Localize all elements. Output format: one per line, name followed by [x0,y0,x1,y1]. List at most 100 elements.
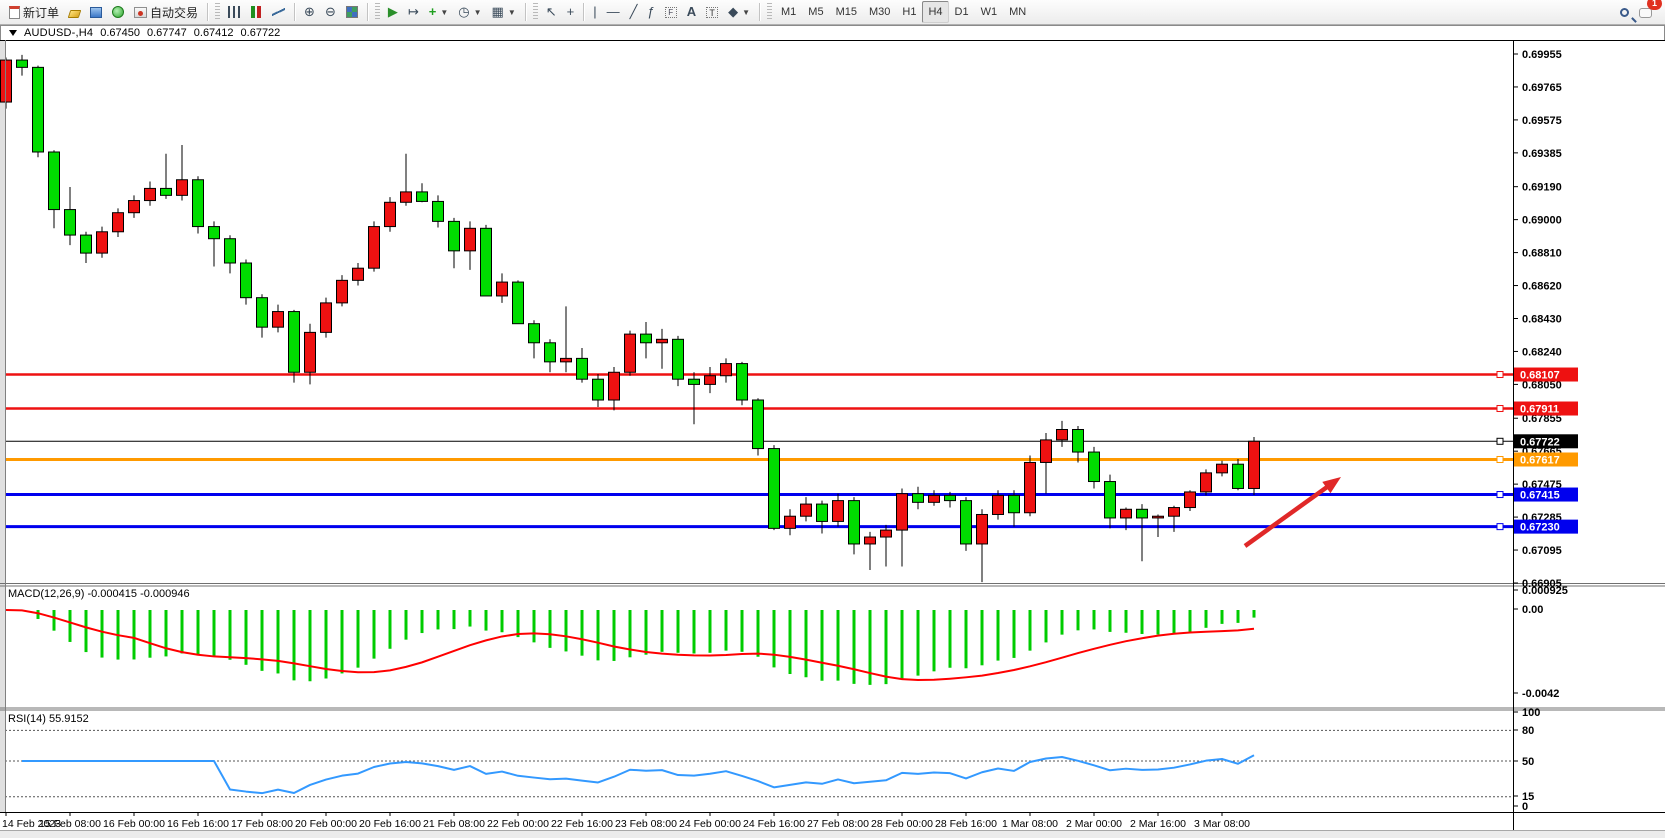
time-tick: 16 Feb 16:00 [167,818,229,830]
toolbar-grab-handle[interactable] [767,3,772,21]
timeframe-d1-button[interactable]: D1 [949,1,975,23]
timeframe-m15-button[interactable]: M15 [830,1,863,23]
toolbar-separator [207,3,208,21]
periods-icon: ◷ [458,5,469,19]
tile-windows-button[interactable] [341,1,363,23]
macd-axis-tick: 0.00 [1522,604,1543,616]
charts-button[interactable] [85,1,107,23]
time-tick: 15 Feb 08:00 [39,818,101,830]
time-tick: 22 Feb 00:00 [487,818,549,830]
toolbar-separator [294,3,295,21]
auto-scroll-button[interactable]: ▶ [383,1,403,23]
vertical-line-button[interactable]: | [588,1,601,23]
line-chart-button[interactable] [267,1,290,23]
zoom-out-button[interactable]: ⊖ [320,1,341,23]
zoom-in-icon: ⊕ [304,5,315,19]
time-tick: 22 Feb 16:00 [551,818,613,830]
chart-shift-button[interactable]: ↦ [403,1,424,23]
channel-button[interactable]: F [660,1,682,23]
time-tick: 16 Feb 00:00 [103,818,165,830]
indicators-dropdown-icon[interactable]: ▼ [440,8,448,17]
time-tick: 24 Feb 00:00 [679,818,741,830]
text-label-icon: T [706,7,718,18]
templates-dropdown-icon[interactable]: ▼ [508,8,516,17]
text-label-button[interactable]: T [701,1,723,23]
auto-trading-button[interactable]: 自动交易 [129,1,203,23]
toolbar-grab-handle[interactable] [533,3,538,21]
time-tick: 20 Feb 00:00 [295,818,357,830]
new-order-button[interactable]: 新订单 [4,1,64,23]
arrows-dropdown-icon[interactable]: ▼ [742,8,750,17]
periods-button[interactable]: ◷▼ [453,1,486,23]
search-button[interactable] [1615,1,1634,23]
fibonacci-button[interactable]: ƒ [642,1,659,23]
timeframe-h1-button[interactable]: H1 [896,1,922,23]
toolbar-grab-handle[interactable] [215,3,220,21]
indicators-icon: + [429,5,437,19]
chart-area[interactable]: MACD(12,26,9) -0.000415 -0.000946RSI(14)… [0,40,1665,830]
arrows-button[interactable]: ◆▼ [723,1,755,23]
timeframe-mn-button[interactable]: MN [1003,1,1032,23]
profiles-button[interactable] [64,1,85,23]
bar-chart-button[interactable] [223,1,245,23]
ohlc-low: 0.67412 [194,27,234,39]
candle-chart-button[interactable] [245,1,267,23]
price-tick: 0.69955 [1522,49,1562,61]
timeframe-w1-button[interactable]: W1 [975,1,1004,23]
indicators-button[interactable]: +▼ [424,1,454,23]
arrows-icon: ◆ [728,5,738,19]
time-tick: 2 Mar 00:00 [1066,818,1122,830]
time-tick: 23 Feb 08:00 [615,818,677,830]
price-tick: 0.68240 [1522,346,1562,358]
status-bar [0,830,1665,838]
price-tick: 0.68430 [1522,313,1562,325]
ohlc-close: 0.67722 [241,27,281,39]
vertical-line-icon: | [593,5,596,19]
price-tick: 0.69765 [1522,82,1562,94]
price-tick: 0.69385 [1522,148,1562,160]
toolbar-separator [759,3,760,21]
text-icon: A [687,5,696,19]
hline-handle [1497,524,1503,530]
crosshair-button[interactable]: + [562,1,580,23]
hline-handle [1497,438,1503,444]
symbol-period-label: AUDUSD-,H4 [24,27,93,39]
rsi-axis-tick: 50 [1522,756,1534,768]
periods-dropdown-icon[interactable]: ▼ [474,8,482,17]
time-tick: 1 Mar 08:00 [1002,818,1058,830]
cursor-button[interactable]: ↖ [541,1,562,23]
new-order-icon [9,6,20,19]
timeframe-h4-button[interactable]: H4 [922,1,948,23]
horizontal-line-icon: — [607,5,620,19]
notifications-button[interactable]: 1 [1634,1,1657,23]
templates-button[interactable]: ▦▼ [487,1,521,23]
toolbar-separator [367,3,368,21]
main-toolbar: 新订单自动交易⊕⊖▶↦+▼◷▼▦▼↖+|—╱ƒFAT◆▼M1M5M15M30H1… [0,0,1665,25]
zoom-in-button[interactable]: ⊕ [299,1,320,23]
ohlc-high: 0.67747 [147,27,187,39]
macd-label: MACD(12,26,9) -0.000415 -0.000946 [8,588,190,600]
price-tick: 0.69000 [1522,215,1562,227]
auto-trading-icon [134,7,147,18]
price-badge-label: 0.67415 [1520,490,1560,502]
timeframe-m1-button[interactable]: M1 [775,1,802,23]
time-tick: 20 Feb 16:00 [359,818,421,830]
chart-header: AUDUSD-,H4 0.67450 0.67747 0.67412 0.677… [0,25,1665,40]
auto-scroll-icon: ▶ [388,5,398,19]
hline-handle [1497,492,1503,498]
macd-axis-tick: 0.000925 [1522,585,1568,597]
horizontal-line-button[interactable]: — [602,1,625,23]
price-tick: 0.69190 [1522,182,1562,194]
channel-icon: F [665,7,677,18]
symbol-dropdown-icon[interactable] [9,30,17,36]
timeframe-m5-button[interactable]: M5 [802,1,829,23]
timeframe-m30-button[interactable]: M30 [863,1,896,23]
signal-button[interactable] [107,1,129,23]
toolbar-grab-handle[interactable] [375,3,380,21]
rsi-axis-tick: 80 [1522,725,1534,737]
trendline-button[interactable]: ╱ [625,1,643,23]
text-button[interactable]: A [682,1,701,23]
hline-handle [1497,457,1503,463]
time-tick: 21 Feb 08:00 [423,818,485,830]
price-tick: 0.69575 [1522,115,1562,127]
